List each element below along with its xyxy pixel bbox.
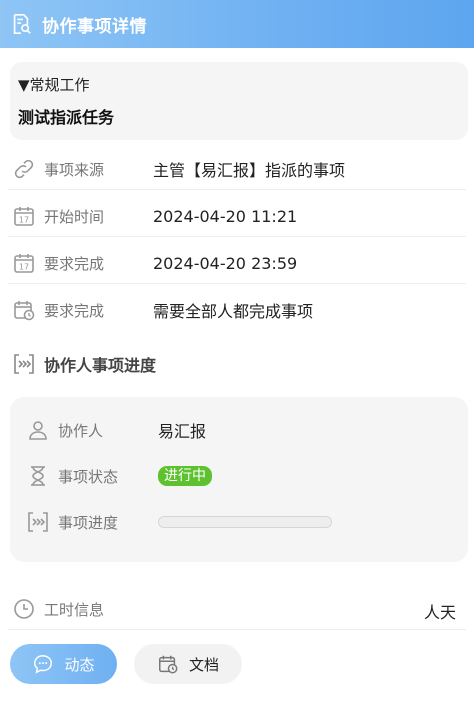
link-icon <box>14 159 34 179</box>
page-title: 协作事项详情 <box>42 16 147 37</box>
start-time-label: 开始时间 <box>44 207 105 226</box>
dynamic-button-label: 动态 <box>64 655 95 674</box>
chat-bubble-icon <box>34 655 53 674</box>
document-search-icon <box>13 14 31 34</box>
collab-person-value: 易汇报 <box>158 422 207 441</box>
start-time-value: 2024-04-20 11:21 <box>153 206 298 226</box>
section-title-text: 协作人事项进度 <box>44 356 157 375</box>
hourglass-icon <box>31 466 45 486</box>
documents-button-label: 文档 <box>188 655 219 674</box>
calendar-clock-icon <box>159 655 178 674</box>
divider <box>8 629 466 630</box>
task-category[interactable]: ▼常规工作 <box>18 74 460 95</box>
detail-row-source: 事项来源 主管【易汇报】指派的事项 <box>0 146 474 192</box>
progress-icon <box>14 354 34 374</box>
completion-rule-label: 要求完成 <box>44 301 105 320</box>
worktime-label: 工时信息 <box>44 601 105 619</box>
divider <box>8 283 466 284</box>
header-bar: 协作事项详情 <box>0 0 474 48</box>
documents-button[interactable]: 文档 <box>134 644 242 684</box>
detail-row-start-time: 17 开始时间 2024-04-20 11:21 <box>0 193 474 239</box>
collab-status-label: 事项状态 <box>58 467 119 486</box>
collab-section-title: 协作人事项进度 <box>12 350 156 378</box>
progress-bar <box>158 516 332 528</box>
progress-icon <box>28 512 48 532</box>
collab-progress-label: 事项进度 <box>58 513 119 532</box>
task-title: 测试指派任务 <box>18 108 115 127</box>
person-icon <box>29 421 47 440</box>
clock-icon <box>14 599 34 619</box>
collab-progress-row: 事项进度 <box>10 507 468 537</box>
svg-text:17: 17 <box>19 263 29 272</box>
collab-person-row: 协作人 易汇报 <box>10 415 468 445</box>
detail-row-completion-rule: 要求完成 需要全部人都完成事项 <box>0 287 474 333</box>
collab-person-label: 协作人 <box>58 421 104 440</box>
source-label: 事项来源 <box>44 160 105 179</box>
divider <box>8 189 466 190</box>
due-time-value: 2024-04-20 23:59 <box>153 253 298 273</box>
source-value: 主管【易汇报】指派的事项 <box>153 161 346 180</box>
dynamic-button[interactable]: 动态 <box>10 644 117 684</box>
collab-card: 协作人 易汇报 事项状态 进行中 事项进度 <box>10 397 468 562</box>
collab-status-row: 事项状态 进行中 <box>10 461 468 491</box>
worktime-value: 人天 <box>423 603 456 622</box>
calendar-17-icon: 17 <box>14 254 34 273</box>
divider <box>8 236 466 237</box>
svg-text:17: 17 <box>19 216 29 225</box>
worktime-row: 工时信息 人天 <box>0 590 474 628</box>
calendar-17-icon: 17 <box>14 207 34 226</box>
completion-rule-value: 需要全部人都完成事项 <box>153 302 314 321</box>
detail-row-due-time: 17 要求完成 2024-04-20 23:59 <box>0 240 474 286</box>
task-card: ▼常规工作 测试指派任务 <box>10 62 468 140</box>
due-time-label: 要求完成 <box>44 254 105 273</box>
status-badge: 进行中 <box>158 466 212 486</box>
calendar-clock-icon <box>14 301 35 321</box>
